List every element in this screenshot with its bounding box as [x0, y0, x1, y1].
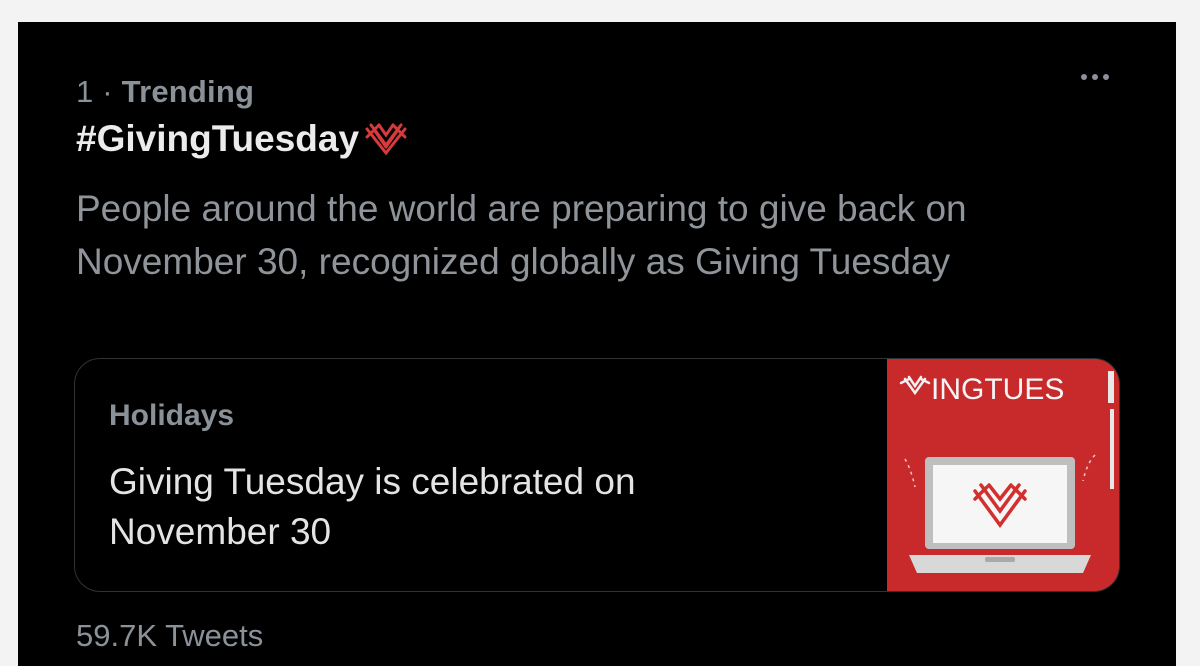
card-category: Holidays — [109, 399, 235, 432]
trend-rank: 1 — [76, 74, 94, 109]
more-dot — [1092, 74, 1098, 80]
more-dot — [1103, 74, 1109, 80]
card-title: Giving Tuesday is celebrated on November… — [109, 461, 636, 552]
card-thumbnail: INGTUES — [887, 359, 1119, 591]
thumbnail-art: INGTUES — [887, 359, 1119, 591]
giving-heart-icon — [365, 123, 407, 156]
laptop-icon — [909, 457, 1091, 573]
trend-panel[interactable]: 1 · Trending #GivingTuesday People aroun… — [18, 22, 1176, 666]
trend-description: People around the world are preparing to… — [76, 188, 967, 282]
tweet-count: 59.7K Tweets — [76, 618, 264, 653]
trend-label: Trending — [121, 74, 255, 109]
thumbnail-text: INGTUES — [931, 373, 1064, 406]
trend-topic-text: #GivingTuesday — [76, 118, 360, 159]
trend-meta: 1 · Trending — [76, 74, 254, 110]
trend-separator: · — [102, 74, 113, 109]
trend-topic[interactable]: #GivingTuesday — [76, 118, 409, 160]
more-icon[interactable] — [1070, 62, 1120, 92]
more-dot — [1081, 74, 1087, 80]
event-card[interactable]: Holidays Giving Tuesday is celebrated on… — [74, 358, 1120, 592]
